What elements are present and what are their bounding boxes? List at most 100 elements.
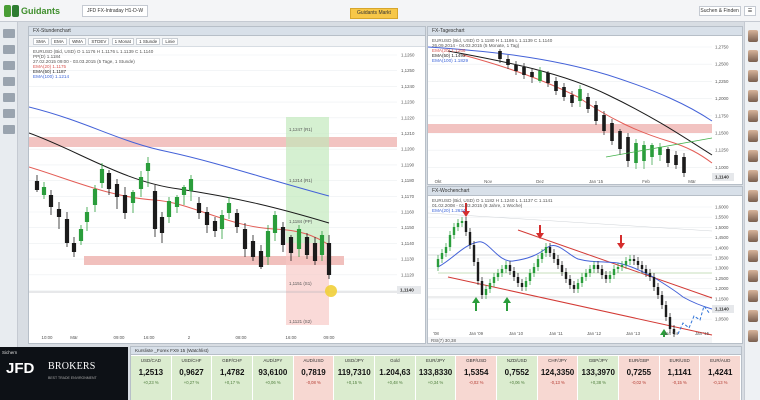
quote-card[interactable]: EUR/JPY 133,8330 +0,34 % (415, 356, 457, 400)
candle-body (524, 281, 528, 287)
toolbar-range[interactable]: 1 Monat (111, 38, 134, 45)
avatar[interactable] (747, 50, 758, 62)
current-price-tag: 1,1140 (715, 175, 729, 180)
quote-card[interactable]: NZD/USD 0,7552 +0,06 % (497, 356, 538, 400)
date-label: Dez (536, 179, 544, 184)
pivot-label: 1,1214 (R1) (289, 178, 313, 183)
quote-card[interactable]: Gold 1.204,63 +0,48 % (375, 356, 416, 400)
quote-change: -0,15 % (672, 380, 687, 385)
panel-title: FX-Stundenchart (29, 27, 425, 36)
quote-card[interactable]: CHF/JPY 124,3350 -0,13 % (537, 356, 579, 400)
avatar[interactable] (747, 30, 758, 42)
candle-body (166, 201, 172, 217)
avatar[interactable] (747, 310, 758, 322)
candle-body (544, 247, 548, 253)
quote-card[interactable]: AUD/JPY 93,6100 +0,06 % (253, 356, 294, 400)
market-button[interactable]: Guidants Markt (350, 8, 398, 19)
settings-icon[interactable] (2, 77, 15, 86)
quote-change: +0,34 % (427, 380, 444, 385)
quote-change: -0,08 % (306, 380, 321, 385)
quote-card[interactable]: USD/CHF 0,9627 +0,27 % (171, 356, 213, 400)
toolbar-ema[interactable]: EMA (51, 38, 67, 45)
chart-bg (428, 197, 742, 343)
candle-body (618, 131, 622, 149)
candle-body (265, 231, 271, 257)
legend-item: EMA(100) 1.1214 (33, 74, 70, 79)
price-label: 1,2250 (715, 79, 729, 84)
avatar[interactable] (747, 150, 758, 162)
price-label: 1,1170 (401, 194, 415, 199)
quote-name: AUD/JPY (263, 358, 283, 363)
quote-value: 0,7255 (626, 368, 652, 377)
avatar[interactable] (747, 330, 758, 342)
candle-body (596, 265, 600, 269)
quote-card[interactable]: EUR/USD 1,1141 -0,15 % (659, 356, 701, 400)
candle-body (492, 277, 496, 283)
candle-body (584, 273, 588, 277)
toolbar-linetype[interactable]: Linie (162, 38, 178, 45)
price-label: 1,1240 (401, 84, 415, 89)
avatar[interactable] (747, 70, 758, 82)
avatar[interactable] (747, 230, 758, 242)
candle-body (250, 241, 256, 257)
quote-value: 0,7819 (301, 368, 326, 377)
resistance-zone (29, 137, 397, 147)
quote-card[interactable]: USD/CAD 1,2513 +0,23 % (131, 356, 172, 400)
news-icon[interactable] (2, 93, 15, 102)
search-button[interactable]: Suchen & Finden (698, 6, 741, 16)
quote-card[interactable]: AUD/USD 0,7819 -0,08 % (293, 356, 335, 400)
desktop-icon[interactable] (2, 29, 15, 38)
avatar[interactable] (747, 250, 758, 262)
avatar[interactable] (747, 190, 758, 202)
quote-value: 124,3350 (540, 368, 575, 377)
candle-body (560, 265, 564, 272)
weekly-chart[interactable]: 1,6000 1,5500 1,5000 1,4500 1,4000 1,3500 1,30… (428, 197, 742, 344)
quote-card[interactable]: GBP/CHF 1,4782 +0,17 % (212, 356, 254, 400)
quotes-panel: Kursliste _Forex FX9 15 (Watchlist) USD/… (130, 346, 742, 400)
candle-body (464, 221, 468, 232)
avatar[interactable] (747, 270, 758, 282)
chart-icon[interactable] (2, 61, 15, 70)
list-icon[interactable] (2, 109, 15, 118)
avatar[interactable] (747, 90, 758, 102)
rsi-strip (428, 337, 712, 343)
toolbar-sma[interactable]: SMA (33, 38, 49, 45)
quote-value: 133,3970 (581, 368, 615, 377)
candle-body (468, 232, 472, 245)
folder-icon[interactable] (2, 45, 15, 54)
toolbar-wma[interactable]: WMA (69, 38, 87, 45)
candle-body (480, 281, 484, 295)
time-label: 16:00 (286, 335, 298, 340)
quote-card[interactable]: EUR/GBP 0,7255 -0,02 % (619, 356, 660, 400)
toolbar-stdev[interactable]: STDEV (88, 38, 110, 45)
quote-name: USD/CAD (140, 358, 161, 363)
quote-card[interactable]: EUR/AUD 1,4241 -0,13 % (700, 356, 742, 400)
quote-card[interactable]: USD/JPY 119,7310 +0,15 % (334, 356, 376, 400)
avatar[interactable] (747, 290, 758, 302)
current-price-marker (325, 285, 337, 297)
candle-body (604, 275, 608, 279)
time-label: 08:00 (236, 335, 248, 340)
candle-body (196, 203, 202, 213)
quote-value: 93,6100 (258, 368, 288, 377)
candle-body (540, 253, 544, 259)
quote-change: -0,02 % (631, 380, 647, 385)
avatar[interactable] (747, 170, 758, 182)
menu-button[interactable]: ☰ (744, 6, 756, 16)
candle-body (448, 235, 452, 247)
workspace-tab[interactable]: JFD FX-Intraday H1-D-W (82, 5, 149, 17)
quote-card[interactable]: GBP/USD 1,5354 -0,02 % (456, 356, 498, 400)
hourly-chart[interactable]: 1,1260 1,1250 1,1240 1,1230 1,1220 1,1210 1,12… (29, 47, 425, 344)
toolbar-interval[interactable]: 1 Stunde (136, 38, 161, 45)
brand-logo[interactable]: Guidants (4, 4, 66, 18)
avatar[interactable] (747, 130, 758, 142)
candle-body (99, 169, 105, 183)
right-tools: Suchen & Finden ☰ (697, 6, 756, 16)
avatar[interactable] (747, 110, 758, 122)
avatar[interactable] (747, 210, 758, 222)
user-icon[interactable] (2, 125, 15, 134)
quote-card[interactable]: GBP/JPY 133,3970 +0,38 % (578, 356, 620, 400)
candle-body (444, 247, 448, 253)
candle-body (632, 259, 636, 261)
price-label: 1,1750 (715, 113, 729, 118)
